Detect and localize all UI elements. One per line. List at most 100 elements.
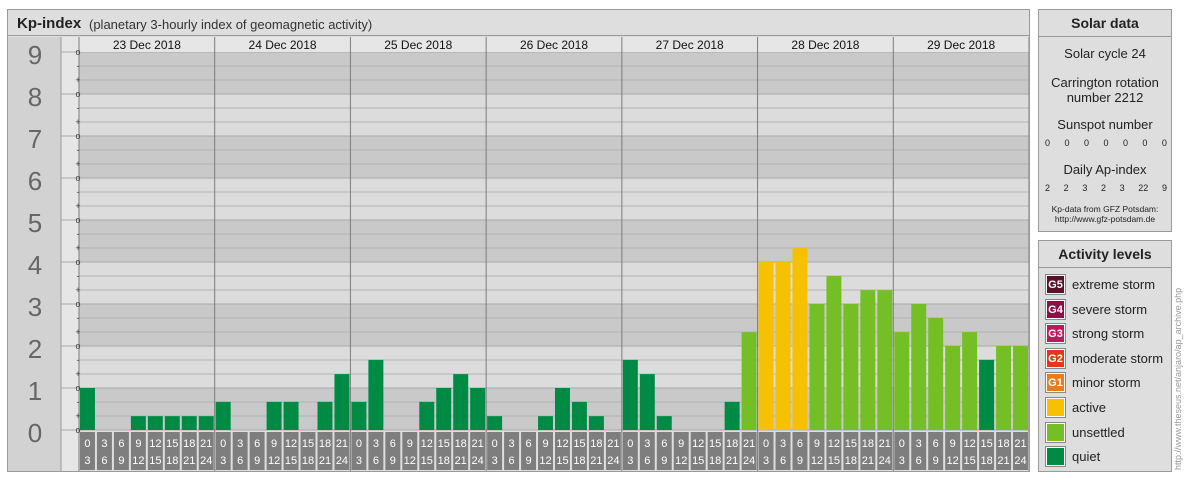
interval-start-label: 21	[336, 438, 348, 450]
interval-end-label: 9	[797, 455, 803, 467]
interval-end-label: 24	[743, 455, 755, 467]
day-label: 28 Dec 2018	[791, 38, 859, 52]
interval-end-label: 3	[220, 455, 226, 467]
y-minor-tick-label: +	[75, 201, 80, 211]
interval-start-label: 3	[373, 438, 379, 450]
y-minor-tick-label: +	[75, 285, 80, 295]
interval-end-label: 21	[726, 455, 738, 467]
kp-bar	[639, 374, 655, 430]
interval-end-label: 3	[763, 455, 769, 467]
interval-end-label: 15	[421, 455, 433, 467]
interval-start-label: 15	[980, 438, 992, 450]
kp-bar	[555, 388, 570, 430]
interval-end-label: 9	[254, 455, 260, 467]
level-label: unsettled	[1072, 424, 1125, 440]
interval-start-label: 12	[421, 438, 433, 450]
kp-index-panel: Kp-index (planetary 3-hourly index of ge…	[7, 9, 1030, 472]
interval-end-label: 15	[964, 455, 976, 467]
kp-bar	[724, 401, 740, 430]
interval-end-label: 3	[356, 455, 362, 467]
y-minor-tick-label: +	[75, 159, 80, 169]
kp-bar	[979, 359, 995, 430]
kp-bar	[266, 401, 282, 430]
watermark: http://www.theseus.net/anjaro/ap_archive…	[1173, 287, 1183, 470]
interval-start-label: 6	[797, 438, 803, 450]
interval-end-label: 6	[101, 455, 107, 467]
kp-bar	[130, 416, 146, 430]
interval-end-label: 21	[590, 455, 602, 467]
kp-bar	[334, 374, 350, 430]
y-minor-tick-label: +	[75, 369, 80, 379]
y-tick-label: 9	[28, 40, 42, 70]
ap-value: 2	[1100, 183, 1106, 193]
kp-bar	[945, 346, 961, 430]
activity-levels-panel: Activity levels G5 extreme storm G4 severe …	[1038, 240, 1172, 472]
kp-bar	[368, 359, 384, 430]
interval-start-label: 18	[726, 438, 738, 450]
interval-end-label: 18	[845, 455, 857, 467]
interval-end-label: 18	[709, 455, 721, 467]
y-minor-tick-label: -	[77, 187, 80, 197]
sunspot-value: 0	[1161, 138, 1167, 148]
kp-bar	[283, 401, 299, 430]
interval-end-label: 6	[916, 455, 922, 467]
interval-start-label: 21	[200, 438, 212, 450]
interval-start-label: 3	[509, 438, 515, 450]
activity-levels-title: Activity levels	[1039, 241, 1171, 268]
y-minor-tick-label: -	[77, 313, 80, 323]
interval-start-label: 6	[525, 438, 531, 450]
kp-bar	[164, 416, 180, 430]
interval-start-label: 6	[118, 438, 124, 450]
kp-bar	[470, 388, 486, 430]
y-tick-label: 6	[28, 166, 42, 196]
sunspot-values: 0 0 0 0 0 0 0	[1045, 138, 1167, 148]
ap-value: 9	[1161, 183, 1167, 193]
day-label: 29 Dec 2018	[927, 38, 995, 52]
kp-bar	[487, 416, 503, 430]
kp-bar	[741, 332, 757, 430]
interval-start-label: 6	[661, 438, 667, 450]
interval-start-label: 15	[302, 438, 314, 450]
kp-bar	[894, 332, 910, 430]
data-credit-url: http://www.gfz-potsdam.de	[1054, 214, 1156, 224]
level-item: quiet	[1045, 446, 1170, 468]
kp-bar	[962, 332, 978, 430]
interval-start-label: 0	[356, 438, 362, 450]
interval-end-label: 6	[509, 455, 515, 467]
sunspot-number-label: Sunspot number	[1057, 117, 1153, 132]
kp-bar	[317, 401, 333, 430]
interval-start-label: 3	[237, 438, 243, 450]
ap-value: 2	[1045, 183, 1051, 193]
level-item: G4 severe storm	[1045, 298, 1170, 320]
level-color-swatch: G5	[1045, 274, 1066, 295]
kp-bar	[996, 346, 1012, 430]
kp-bar	[419, 401, 435, 430]
y-tick-label: 5	[28, 208, 42, 238]
ap-value: 2	[1063, 183, 1069, 193]
interval-start-label: 18	[319, 438, 331, 450]
interval-start-label: 21	[472, 438, 484, 450]
sunspot-value: 0	[1083, 138, 1089, 148]
level-color-swatch: G2	[1045, 347, 1066, 369]
interval-start-label: 18	[997, 438, 1009, 450]
interval-start-label: 18	[862, 438, 874, 450]
kp-bar	[809, 304, 825, 430]
level-label: strong storm	[1072, 326, 1145, 342]
interval-start-label: 9	[814, 438, 820, 450]
interval-end-label: 24	[607, 455, 619, 467]
interval-start-label: 0	[220, 438, 226, 450]
y-minor-tick-label: -	[77, 397, 80, 407]
level-color-swatch: G4	[1045, 298, 1066, 320]
kp-bar	[622, 359, 638, 430]
interval-end-label: 15	[556, 455, 568, 467]
interval-start-label: 21	[1014, 438, 1026, 450]
day-label: 25 Dec 2018	[384, 38, 452, 52]
interval-end-label: 12	[811, 455, 823, 467]
sunspot-value: 0	[1142, 138, 1148, 148]
interval-start-label: 0	[763, 438, 769, 450]
kp-bar	[758, 262, 774, 430]
interval-start-label: 21	[607, 438, 619, 450]
interval-end-label: 12	[132, 455, 144, 467]
y-minor-tick-label: +	[75, 75, 80, 85]
kp-bar	[181, 416, 197, 430]
